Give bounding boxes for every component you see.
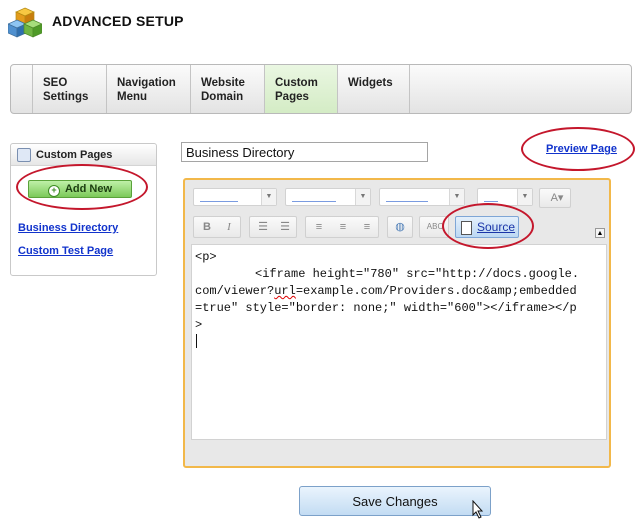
list-group: ☰ ☰ [249,216,297,238]
page-title: ADVANCED SETUP [52,13,184,29]
tab-bar-left-cap [11,65,33,113]
font-dropdown[interactable]: ▼ [379,188,465,206]
chevron-down-icon: ▼ [261,189,276,205]
align-center-icon[interactable]: ≡ [332,217,354,237]
tab-navigation-menu[interactable]: Navigation Menu [107,65,191,113]
page-name-input[interactable] [181,142,428,162]
rich-text-editor: ▼ ▼ ▼ ▼ A▾ B I ☰ ☰ ≡ ≡ ≡ ◍ ABC Source ▲ … [183,178,611,468]
align-right-icon[interactable]: ≡ [356,217,378,237]
plus-icon: + [47,185,60,197]
pages-icon [17,148,31,162]
code-line: =true" style="border: none;" width="600"… [195,301,577,315]
mouse-pointer-icon [470,499,486,520]
settings-tab-bar: SEO Settings Navigation Menu Website Dom… [10,64,632,114]
chevron-down-icon: ▼ [517,189,532,205]
style-dropdown[interactable]: ▼ [193,188,277,206]
code-line: > [195,318,203,332]
basic-style-group: B I [193,216,241,238]
collapse-toolbar-icon[interactable]: ▲ [595,228,605,238]
panel-header: Custom Pages [11,144,156,166]
sidebar-page-custom-test-page[interactable]: Custom Test Page [18,245,113,257]
source-button[interactable]: Source [455,216,519,238]
document-icon [461,221,472,235]
sidebar-page-business-directory[interactable]: Business Directory [18,222,118,234]
tab-custom-pages[interactable]: Custom Pages [265,65,338,113]
preview-page-link[interactable]: Preview Page [546,143,617,155]
spellcheck-button[interactable]: ABC [419,216,449,238]
link-button[interactable]: ◍ [387,216,413,238]
numbered-list-icon[interactable]: ☰ [252,217,274,237]
globe-link-icon: ◍ [395,221,405,233]
tab-website-domain[interactable]: Website Domain [191,65,265,113]
align-left-icon[interactable]: ≡ [308,217,330,237]
spellcheck-icon: ABC [426,222,444,231]
save-changes-button[interactable]: Save Changes [299,486,491,516]
code-line: <p> [195,250,217,264]
add-new-label: Add New [64,183,113,195]
add-new-button[interactable]: + Add New [28,180,132,198]
text-color-button[interactable]: A▾ [539,188,571,208]
source-button-label: Source [477,220,516,234]
alignment-group: ≡ ≡ ≡ [305,216,379,238]
bulleted-list-icon[interactable]: ☰ [274,217,296,237]
size-dropdown[interactable]: ▼ [477,188,533,206]
text-cursor [196,334,197,348]
source-code-area[interactable]: <p> <iframe height="780" src="http://docs… [191,244,607,440]
text-color-icon: A▾ [550,192,564,204]
chevron-down-icon: ▼ [449,189,464,205]
tab-seo-settings[interactable]: SEO Settings [33,65,107,113]
italic-icon[interactable]: I [218,217,240,237]
format-dropdown[interactable]: ▼ [285,188,371,206]
stacked-cubes-icon [7,6,43,40]
chevron-down-icon: ▼ [355,189,370,205]
code-line: <iframe height="780" src="http://docs.go… [255,267,580,281]
tab-widgets[interactable]: Widgets [338,65,410,113]
bold-icon[interactable]: B [196,217,218,237]
panel-title: Custom Pages [36,149,113,161]
code-line: com/viewer?url=example.com/Providers.doc… [195,284,577,298]
